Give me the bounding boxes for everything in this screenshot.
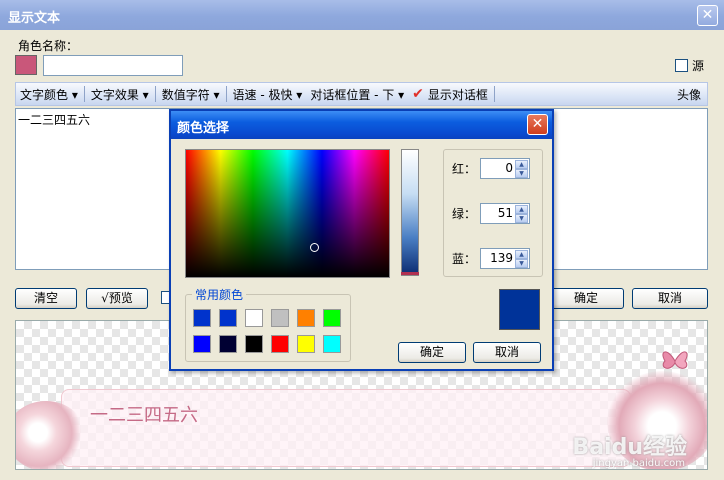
source-checkbox[interactable] <box>674 59 688 72</box>
green-row: 绿： 51 ▲ ▼ <box>452 203 530 224</box>
common-colors-label: 常用颜色 <box>192 286 247 303</box>
common-color-swatch[interactable] <box>193 309 211 327</box>
blue-input[interactable]: 139 ▲ ▼ <box>480 248 530 269</box>
toolbar-separator <box>154 86 156 102</box>
red-row: 红： 0 ▲ ▼ <box>452 158 530 179</box>
color-picker-dialog: 颜色选择 ✕ 红： 0 ▲ ▼ 绿： 51 ▲ ▼ 蓝： 139 ▲ ▼ 常用颜… <box>169 109 554 371</box>
spin-up-icon[interactable]: ▲ <box>515 205 528 214</box>
green-input[interactable]: 51 ▲ ▼ <box>480 203 530 224</box>
close-icon: ✕ <box>701 7 714 23</box>
value-char-menu[interactable]: 数值字符 ▾ <box>158 86 224 103</box>
common-color-swatch[interactable] <box>297 309 315 327</box>
common-color-swatch[interactable] <box>297 335 315 353</box>
color-spectrum[interactable] <box>185 149 390 278</box>
source-label: 源 <box>691 59 704 73</box>
window-close-button[interactable]: ✕ <box>697 5 718 26</box>
common-color-swatch[interactable] <box>271 335 289 353</box>
common-color-swatch[interactable] <box>271 309 289 327</box>
red-spinner[interactable]: ▲ ▼ <box>515 160 528 178</box>
window-titlebar: 显示文本 ✕ <box>0 0 724 30</box>
blue-label: 蓝： <box>452 252 477 266</box>
common-color-swatch[interactable] <box>219 335 237 353</box>
cancel-button[interactable]: 取消 <box>632 288 708 309</box>
baidu-watermark-url: jingyan.baidu.com <box>592 458 685 469</box>
toolbar-separator <box>225 86 227 102</box>
common-color-swatch[interactable] <box>323 335 341 353</box>
common-color-swatch[interactable] <box>245 309 263 327</box>
toolbar-separator <box>83 86 85 102</box>
common-color-swatch[interactable] <box>245 335 263 353</box>
preview-text: 一二三四五六 <box>90 405 198 426</box>
baidu-watermark: Baidu经验 <box>572 435 687 460</box>
color-dialog-titlebar: 颜色选择 ✕ <box>171 111 552 139</box>
luminance-slider-handle[interactable] <box>401 272 419 275</box>
selected-color-preview <box>499 289 540 330</box>
butterfly-icon <box>662 351 688 369</box>
blue-spinner[interactable]: ▲ ▼ <box>515 250 528 268</box>
green-value: 51 <box>497 206 513 220</box>
spin-down-icon[interactable]: ▼ <box>515 214 528 223</box>
text-color-menu[interactable]: 文字颜色 ▾ <box>16 86 82 103</box>
luminance-slider[interactable] <box>401 149 419 276</box>
color-dialog-title: 颜色选择 <box>177 121 230 136</box>
source-checkbox-group[interactable]: 源 <box>674 57 704 74</box>
toolbar-separator <box>493 86 495 102</box>
speech-speed-menu[interactable]: 语速 - 极快 ▾ <box>229 86 307 103</box>
spin-down-icon[interactable]: ▼ <box>515 169 528 178</box>
checkmark-icon: ✔ <box>412 86 424 102</box>
green-spinner[interactable]: ▲ ▼ <box>515 205 528 223</box>
color-ok-button[interactable]: 确定 <box>398 342 466 363</box>
spin-up-icon[interactable]: ▲ <box>515 250 528 259</box>
red-value: 0 <box>505 161 513 175</box>
color-dialog-close-button[interactable]: ✕ <box>527 114 548 135</box>
clear-button[interactable]: 清空 <box>15 288 77 309</box>
role-name-label: 角色名称： <box>18 39 79 53</box>
red-label: 红： <box>452 162 477 176</box>
ok-button[interactable]: 确定 <box>548 288 624 309</box>
spectrum-cursor[interactable] <box>310 243 319 252</box>
blue-row: 蓝： 139 ▲ ▼ <box>452 248 530 269</box>
preview-button[interactable]: √预览 <box>86 288 148 309</box>
common-color-swatch[interactable] <box>219 309 237 327</box>
show-dialog-toggle[interactable]: 显示对话框 <box>424 86 492 103</box>
text-toolbar: 文字颜色 ▾ 文字效果 ▾ 数值字符 ▾ 语速 - 极快 ▾ 对话框位置 - 下… <box>15 82 708 106</box>
color-cancel-button[interactable]: 取消 <box>473 342 541 363</box>
avatar-button[interactable]: 头像 <box>673 86 707 103</box>
common-color-swatch[interactable] <box>193 335 211 353</box>
flower-decoration-left <box>16 401 86 469</box>
dialog-position-menu[interactable]: 对话框位置 - 下 ▾ <box>306 86 408 103</box>
green-label: 绿： <box>452 207 477 221</box>
spin-down-icon[interactable]: ▼ <box>515 259 528 268</box>
close-icon: ✕ <box>531 116 544 132</box>
text-effect-menu[interactable]: 文字效果 ▾ <box>87 86 153 103</box>
common-color-swatch[interactable] <box>323 309 341 327</box>
red-input[interactable]: 0 ▲ ▼ <box>480 158 530 179</box>
role-color-swatch[interactable] <box>15 55 37 75</box>
rgb-values-panel: 红： 0 ▲ ▼ 绿： 51 ▲ ▼ 蓝： 139 ▲ ▼ <box>443 149 543 277</box>
blue-value: 139 <box>490 251 513 265</box>
spin-up-icon[interactable]: ▲ <box>515 160 528 169</box>
window-title: 显示文本 <box>8 11 61 26</box>
role-name-input[interactable] <box>43 55 183 76</box>
